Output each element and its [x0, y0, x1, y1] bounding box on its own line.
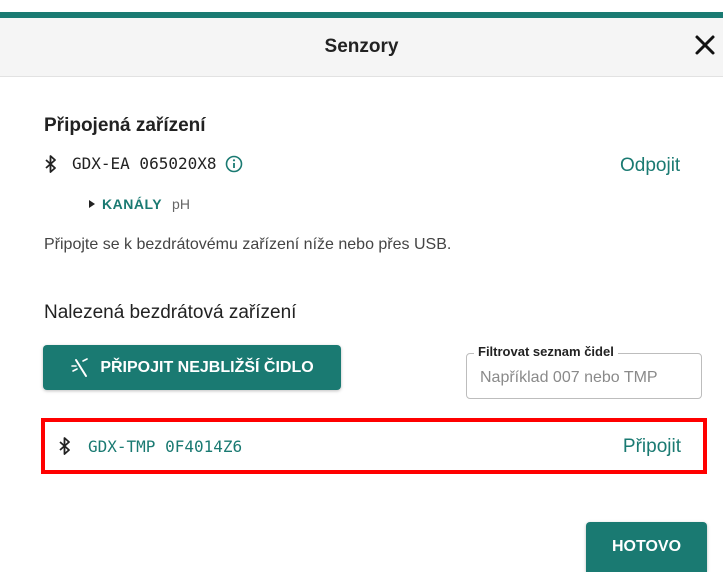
- channels-toggle[interactable]: KANÁLY pH: [89, 196, 190, 212]
- dialog-title: Senzory: [324, 36, 399, 57]
- found-device-name[interactable]: GDX-TMP 0F4014Z6: [88, 437, 242, 456]
- connection-hint: Připojte se k bezdrátovému zařízení níže…: [44, 236, 452, 253]
- done-label: HOTOVO: [611, 538, 682, 555]
- found-device-row: GDX-TMP 0F4014Z6 Připojit: [41, 418, 707, 474]
- proximity-icon: [71, 357, 89, 377]
- channels-label: KANÁLY: [102, 196, 163, 212]
- connect-device-link[interactable]: Připojit: [623, 436, 681, 458]
- info-icon[interactable]: [225, 155, 243, 173]
- filter-legend: Filtrovat seznam čidel: [474, 344, 618, 359]
- bluetooth-icon: [45, 154, 56, 173]
- channels-value: pH: [172, 196, 190, 212]
- dialog-header: Senzory: [0, 18, 723, 77]
- found-section-title: Nalezená bezdrátová zařízení: [44, 302, 297, 323]
- connected-device-row: GDX-EA 065020X8: [44, 154, 243, 173]
- bluetooth-icon: [59, 437, 70, 455]
- filter-input[interactable]: [478, 365, 697, 391]
- connect-nearest-label: PŘIPOJIT NEJBLIŽŠÍ ČIDLO: [100, 358, 314, 376]
- close-icon: [695, 35, 715, 55]
- disconnect-link[interactable]: Odpojit: [620, 155, 680, 177]
- close-button[interactable]: [691, 31, 719, 59]
- triangle-right-icon: [89, 200, 95, 208]
- connected-device-name: GDX-EA 065020X8: [72, 154, 217, 173]
- connected-section-title: Připojená zařízení: [44, 115, 206, 136]
- connect-nearest-button[interactable]: PŘIPOJIT NEJBLIŽŠÍ ČIDLO: [43, 345, 341, 390]
